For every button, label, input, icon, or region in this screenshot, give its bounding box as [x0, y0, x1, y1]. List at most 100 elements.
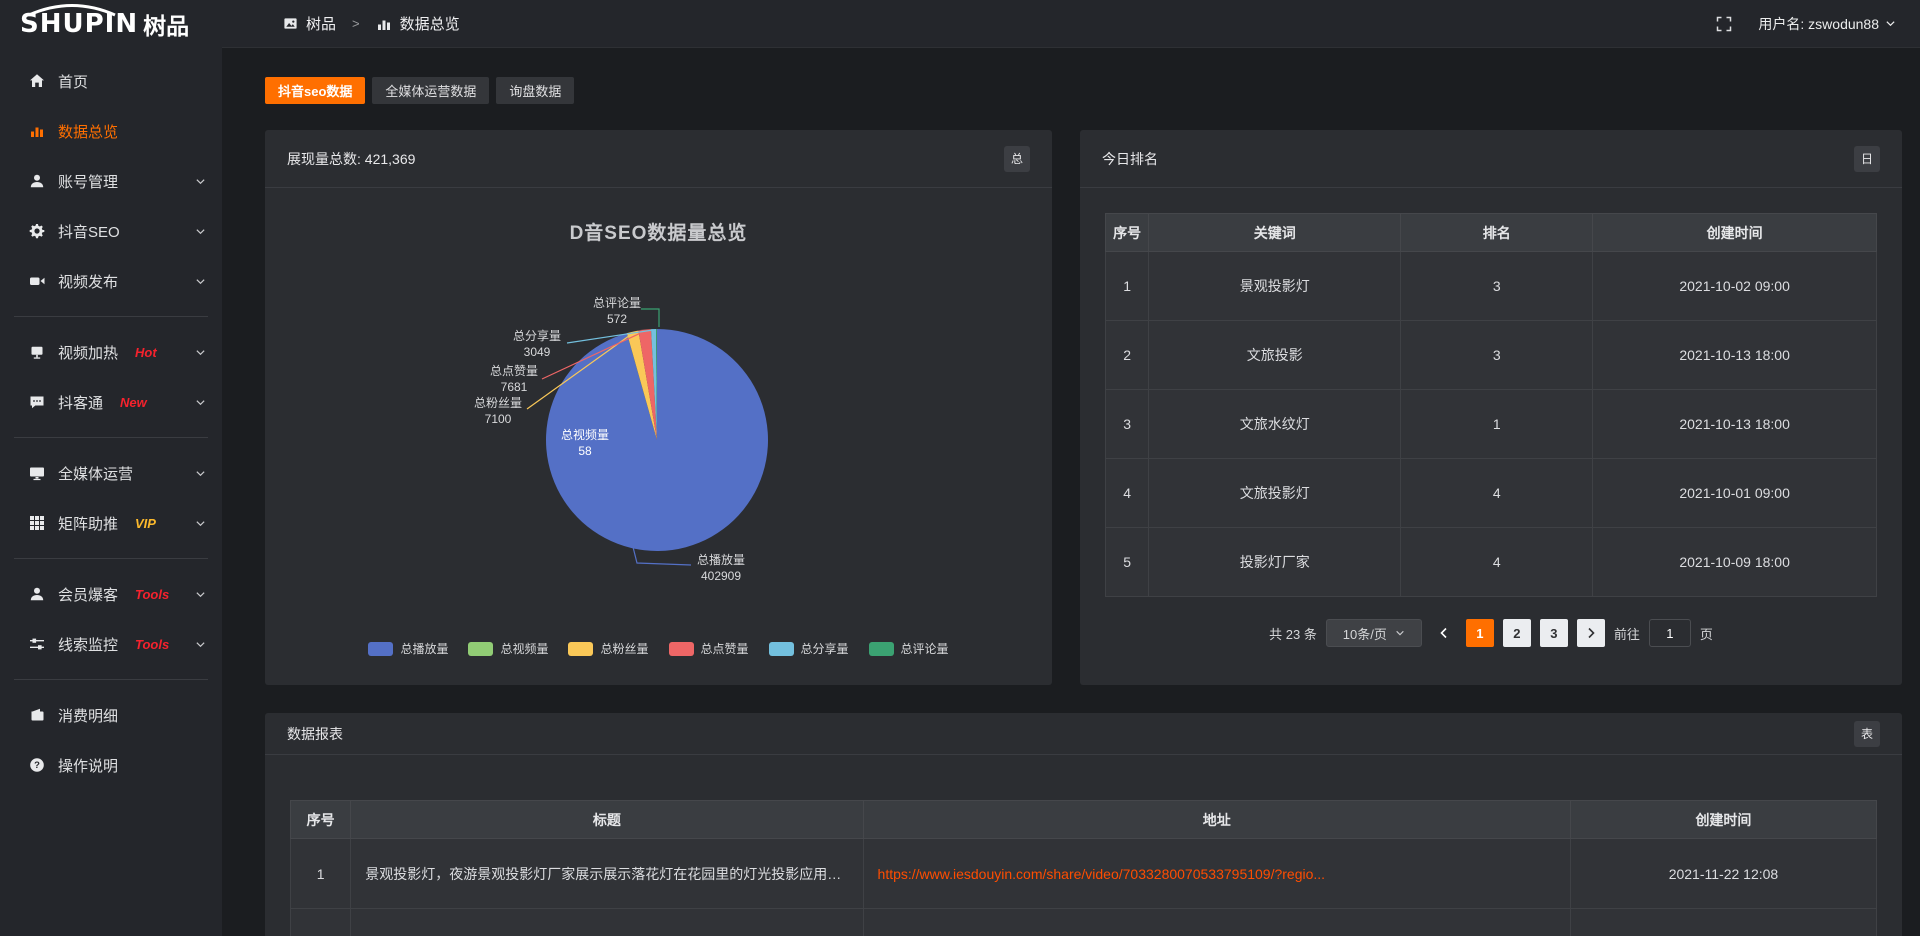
sidebar-item-label: 抖客通 — [58, 392, 103, 413]
label-leader-lines — [265, 188, 1052, 685]
total-toggle-button[interactable]: 总 — [1004, 146, 1030, 172]
tab-inquiry-data[interactable]: 询盘数据 — [496, 77, 574, 104]
column-header: 创建时间 — [1593, 214, 1877, 252]
chevron-down-icon — [195, 589, 206, 600]
user-icon — [28, 586, 45, 603]
table-cell: 2021-10-01 09:00 — [1593, 459, 1877, 528]
chevron-down-icon — [195, 468, 206, 479]
sidebar-item-label: 会员爆客 — [58, 584, 118, 605]
sidebar-divider — [14, 679, 208, 680]
breadcrumb-current[interactable]: 数据总览 — [400, 13, 460, 34]
sidebar-item-media-operation[interactable]: 全媒体运营 — [0, 448, 222, 498]
home-icon — [28, 73, 45, 90]
chevron-down-icon — [195, 639, 206, 650]
sidebar-item-label: 消费明细 — [58, 705, 118, 726]
table-cell: 2021-10-02 09:00 — [1593, 252, 1877, 321]
overview-panel: 展现量总数: 421,369 总 D音SEO数据量总览 总播放量总视频量总粉丝量… — [265, 130, 1052, 685]
table-cell: 文旅投影 — [1149, 321, 1401, 390]
sidebar-item-label: 视频加热 — [58, 342, 118, 363]
svg-text:?: ? — [34, 760, 40, 771]
table-row: 3文旅水纹灯12021-10-13 18:00 — [1106, 390, 1877, 459]
overview-panel-title: 展现量总数: 421,369 — [287, 149, 415, 169]
gear-icon — [28, 223, 45, 240]
fullscreen-icon[interactable] — [1716, 16, 1732, 32]
question-icon: ? — [28, 757, 45, 774]
sidebar-item-home[interactable]: 首页 — [0, 56, 222, 106]
chevron-down-icon — [195, 276, 206, 287]
sidebar: SHUPIN 树品 首页数据总览账号管理抖音SEO视频发布视频加热Hot 抖客通 N… — [0, 0, 222, 936]
sidebar-item-video-heat[interactable]: 视频加热Hot — [0, 327, 222, 377]
tab-douyin-seo-data[interactable]: 抖音seo数据 — [265, 77, 365, 104]
sidebar-item-matrix-boost[interactable]: 矩阵助推VIP — [0, 498, 222, 548]
sidebar-item-label: 数据总览 — [58, 121, 118, 142]
sidebar-item-account-manage[interactable]: 账号管理 — [0, 156, 222, 206]
column-header: 创建时间 — [1570, 801, 1876, 839]
logo-arc-icon — [26, 3, 118, 17]
table-row: 1景观投影灯32021-10-02 09:00 — [1106, 252, 1877, 321]
next-page-button[interactable] — [1577, 619, 1605, 647]
username-label: 用户名: zswodun88 — [1758, 14, 1879, 34]
sidebar-item-member-baoke[interactable]: 会员爆客 Tools — [0, 569, 222, 619]
goto-page-input[interactable] — [1649, 619, 1691, 647]
sidebar-item-video-publish[interactable]: 视频发布 — [0, 256, 222, 306]
page-button-3[interactable]: 3 — [1540, 619, 1568, 647]
table-cell: 1 — [291, 839, 351, 909]
table-cell: 1 — [1106, 252, 1149, 321]
sidebar-item-badge: New — [120, 395, 147, 410]
sidebar-item-doukertong[interactable]: 抖客通 New — [0, 377, 222, 427]
pagination: 共 23 条 10条/页 123 前往 页 — [1080, 619, 1902, 647]
sidebar-item-instructions[interactable]: ? 操作说明 — [0, 740, 222, 790]
table-cell: 5 — [1106, 528, 1149, 597]
chevron-down-icon — [195, 518, 206, 529]
table-cell — [863, 909, 1570, 936]
breadcrumb-root[interactable]: 树品 — [306, 13, 336, 34]
wallet-icon — [28, 707, 45, 724]
table-cell: https://www.iesdouyin.com/share/video/70… — [863, 839, 1570, 909]
table-cell — [351, 909, 863, 936]
sidebar-item-badge: Tools — [135, 637, 169, 652]
tab-media-operation-data[interactable]: 全媒体运营数据 — [372, 77, 489, 104]
chevron-down-icon — [195, 226, 206, 237]
goto-suffix: 页 — [1700, 624, 1713, 643]
page-size-select[interactable]: 10条/页 — [1326, 619, 1422, 647]
column-header: 地址 — [863, 801, 1570, 839]
monitor-icon — [28, 465, 45, 482]
bar-chart-icon — [376, 16, 392, 32]
sidebar-item-douyin-seo[interactable]: 抖音SEO — [0, 206, 222, 256]
sidebar-menu: 首页数据总览账号管理抖音SEO视频发布视频加热Hot 抖客通 New 全媒体运营矩阵助… — [0, 48, 222, 936]
chat-icon — [28, 394, 45, 411]
pagination-total: 共 23 条 — [1269, 624, 1317, 643]
report-table: 序号标题地址创建时间1景观投影灯，夜游景观投影灯厂家展示展示落花灯在花园里的灯光… — [290, 800, 1877, 936]
sidebar-item-label: 线索监控 — [58, 634, 118, 655]
ranking-table: 序号关键词排名创建时间1景观投影灯32021-10-02 09:002文旅投影3… — [1105, 213, 1877, 597]
page-button-1[interactable]: 1 — [1466, 619, 1494, 647]
table-cell: 投影灯厂家 — [1149, 528, 1401, 597]
video-link[interactable]: https://www.iesdouyin.com/share/video/70… — [878, 866, 1326, 882]
user-menu[interactable]: 用户名: zswodun88 — [1758, 14, 1896, 34]
day-toggle-button[interactable]: 日 — [1854, 146, 1880, 172]
table-toggle-button[interactable]: 表 — [1854, 721, 1880, 747]
sidebar-item-badge: Tools — [135, 587, 169, 602]
ranking-panel: 今日排名 日 序号关键词排名创建时间1景观投影灯32021-10-02 09:0… — [1080, 130, 1902, 685]
sidebar-item-clue-monitor[interactable]: 线索监控 Tools — [0, 619, 222, 669]
sidebar-divider — [14, 437, 208, 438]
page-buttons: 123 — [1466, 619, 1568, 647]
table-cell: 景观投影灯，夜游景观投影灯厂家展示展示落花灯在花园里的灯光投影应用效果 # — [351, 839, 863, 909]
chevron-down-icon — [195, 347, 206, 358]
prev-page-button[interactable] — [1431, 619, 1457, 647]
sidebar-item-label: 操作说明 — [58, 755, 118, 776]
table-cell: 文旅水纹灯 — [1149, 390, 1401, 459]
page-button-2[interactable]: 2 — [1503, 619, 1531, 647]
table-cell: 2 — [1106, 321, 1149, 390]
column-header: 排名 — [1401, 214, 1593, 252]
table-cell: 4 — [1401, 528, 1593, 597]
app-logo[interactable]: SHUPIN 树品 — [0, 0, 222, 48]
sidebar-divider — [14, 316, 208, 317]
column-header: 关键词 — [1149, 214, 1401, 252]
sidebar-item-label: 账号管理 — [58, 171, 118, 192]
sidebar-item-data-overview[interactable]: 数据总览 — [0, 106, 222, 156]
sidebar-item-consumption-detail[interactable]: 消费明细 — [0, 690, 222, 740]
logo-text-cn: 树品 — [143, 7, 189, 41]
table-cell: 2021-10-13 18:00 — [1593, 390, 1877, 459]
column-header: 序号 — [1106, 214, 1149, 252]
